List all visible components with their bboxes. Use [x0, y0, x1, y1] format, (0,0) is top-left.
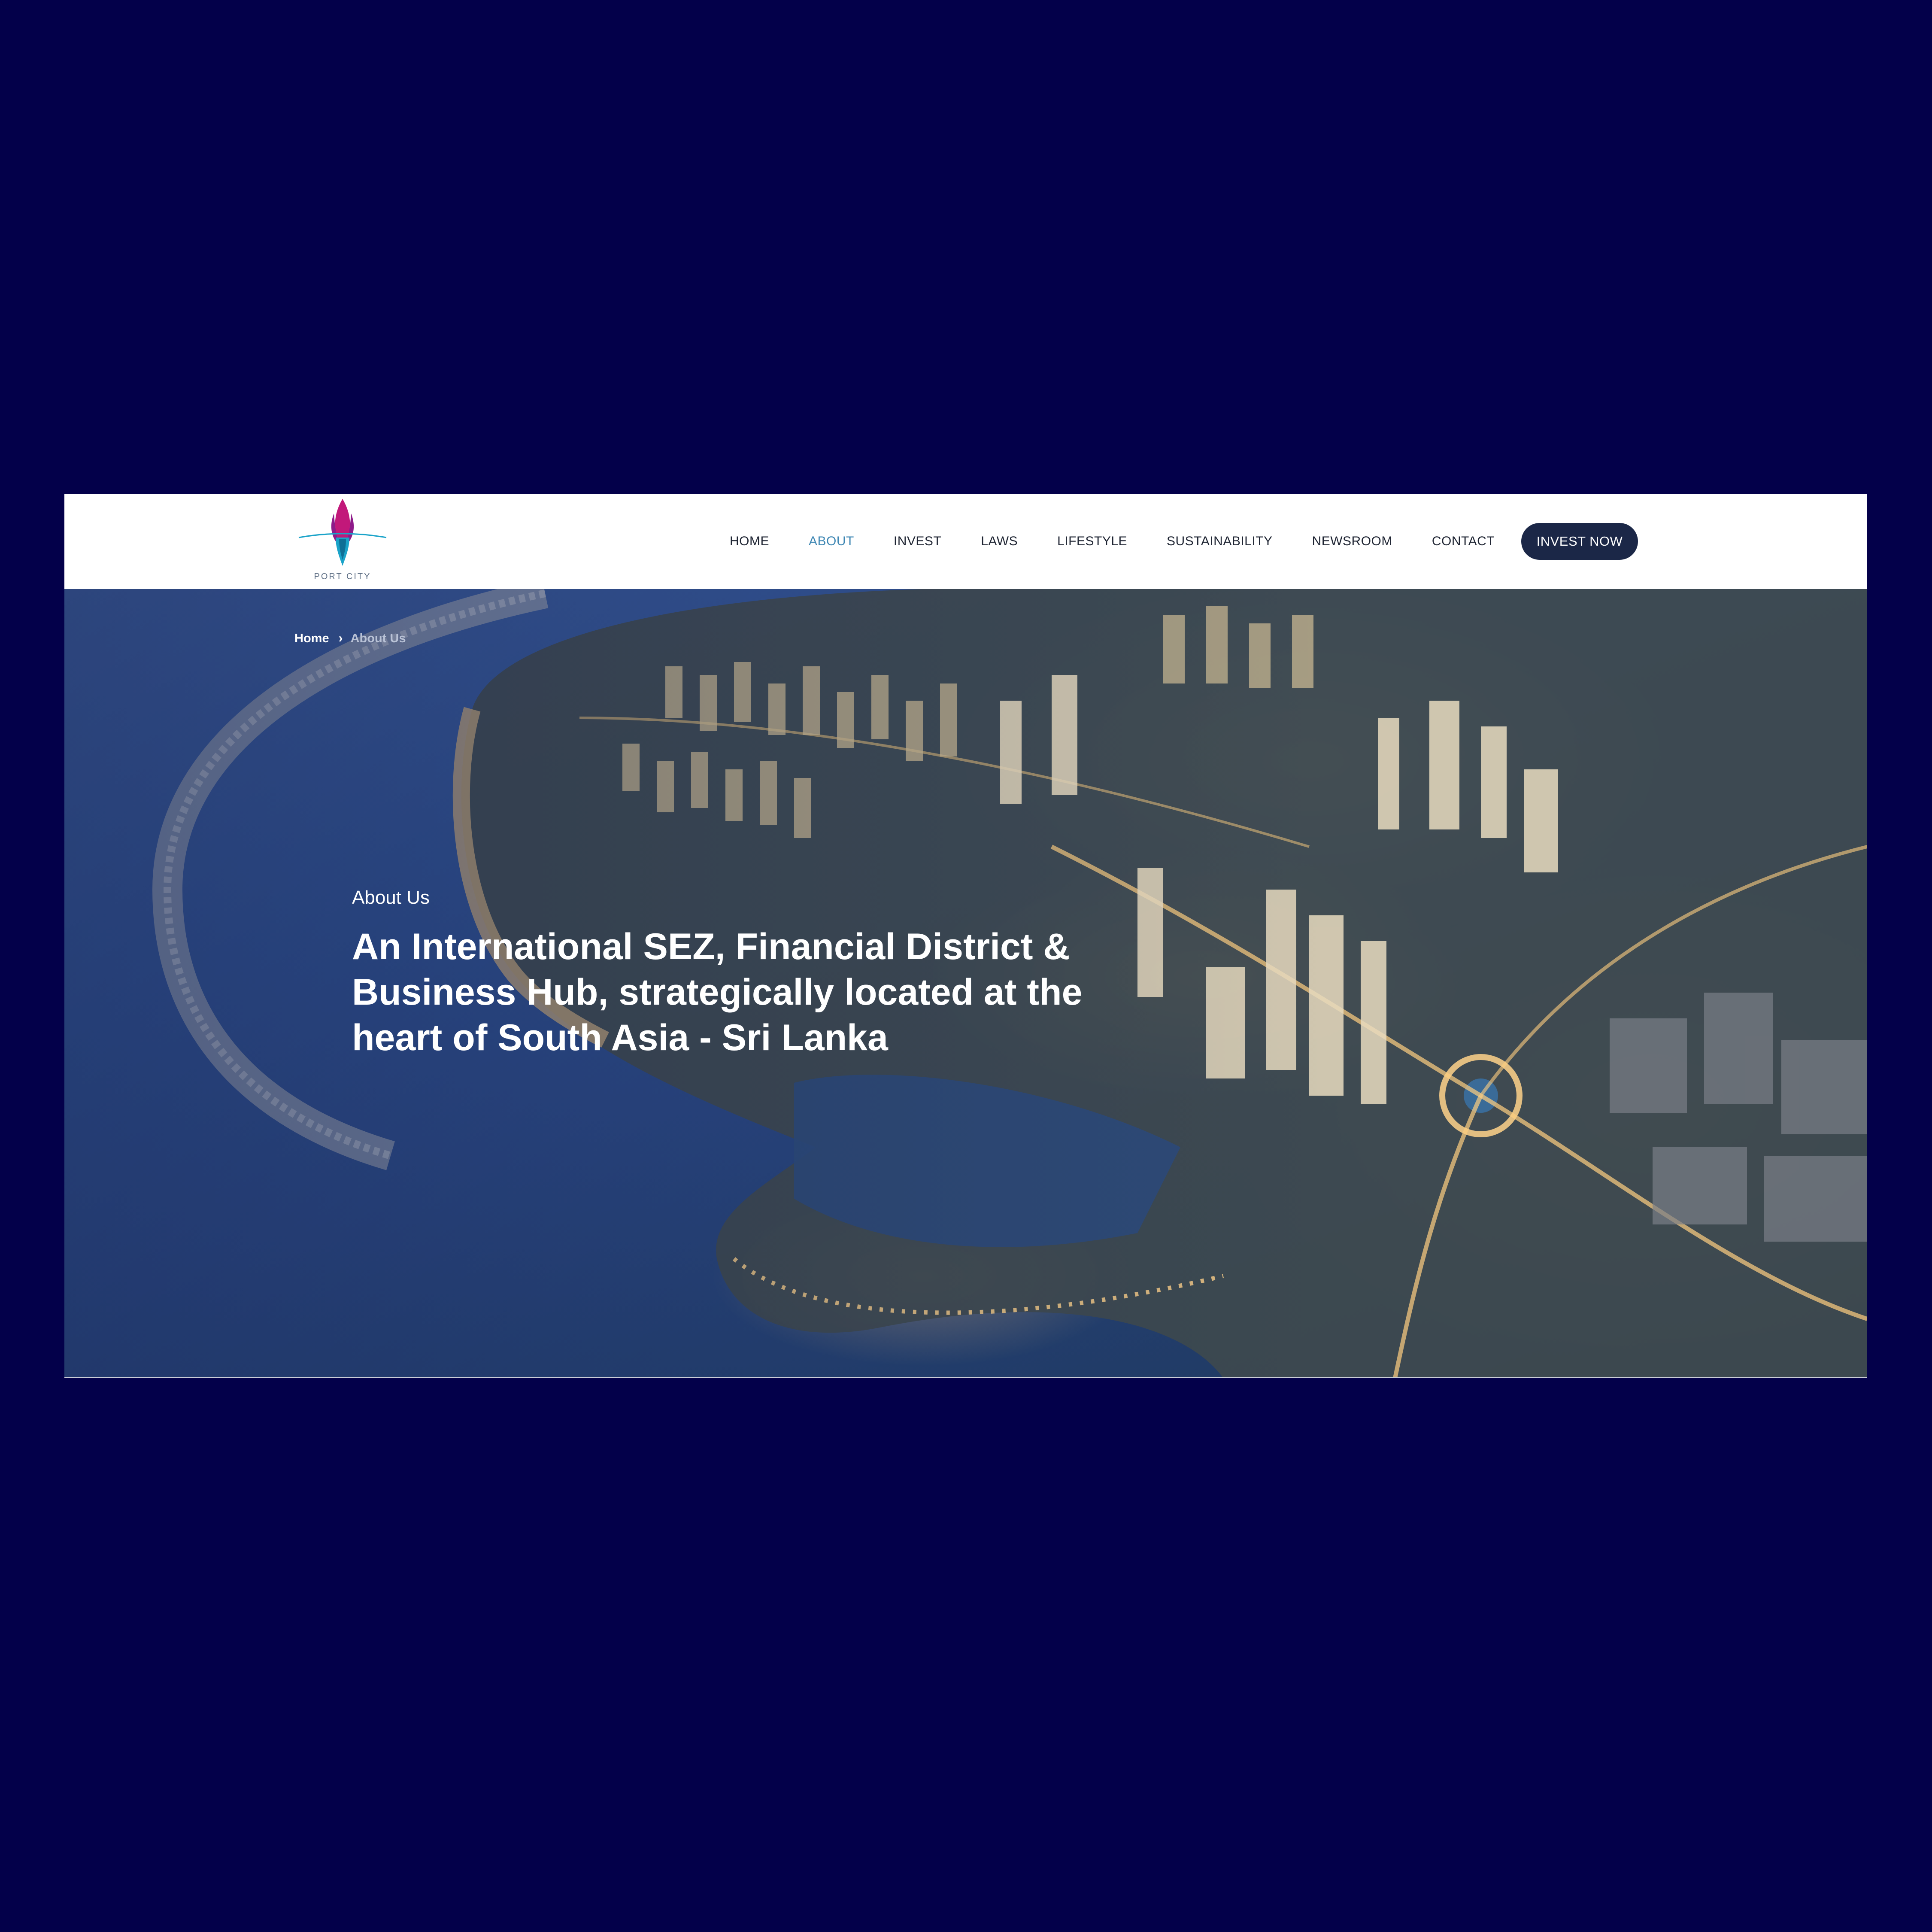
hero-bottom-divider: [64, 1377, 1867, 1378]
nav-home[interactable]: HOME: [730, 534, 769, 549]
main-nav: HOME ABOUT INVEST LAWS LIFESTYLE SUSTAIN…: [730, 522, 1534, 561]
hero-banner: Home › About Us About Us An Internationa…: [64, 589, 1867, 1378]
nav-about[interactable]: ABOUT: [809, 534, 854, 549]
nav-newsroom[interactable]: NEWSROOM: [1312, 534, 1392, 549]
breadcrumb-home-link[interactable]: Home: [294, 632, 329, 646]
nav-lifestyle[interactable]: LIFESTYLE: [1057, 534, 1127, 549]
browser-viewport: PORT CITY HOME ABOUT INVEST LAWS LIFESTY…: [64, 494, 1867, 1378]
chevron-right-icon: ›: [338, 631, 343, 645]
port-city-logo[interactable]: PORT CITY: [294, 496, 391, 588]
hero-kicker: About Us: [352, 887, 430, 908]
site-header: PORT CITY HOME ABOUT INVEST LAWS LIFESTY…: [64, 494, 1867, 589]
nav-invest[interactable]: INVEST: [894, 534, 941, 549]
logo-wordmark: PORT CITY: [314, 572, 371, 581]
nav-sustainability[interactable]: SUSTAINABILITY: [1167, 534, 1273, 549]
hero-title: An International SEZ, Financial District…: [352, 926, 1083, 1058]
invest-now-button[interactable]: INVEST NOW: [1521, 523, 1638, 560]
breadcrumb-current: About Us: [350, 631, 406, 645]
logo-icon: [298, 499, 387, 566]
breadcrumb: Home › About Us: [294, 631, 406, 646]
nav-laws[interactable]: LAWS: [981, 534, 1018, 549]
nav-contact[interactable]: CONTACT: [1432, 534, 1495, 549]
